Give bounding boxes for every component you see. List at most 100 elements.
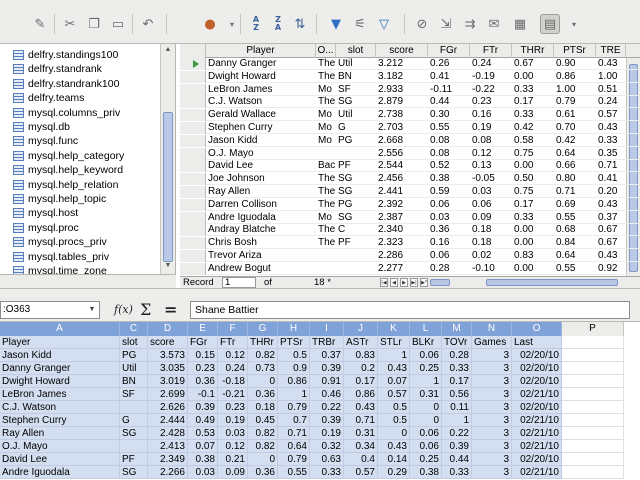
table-row[interactable]: Ray Allen The SG 2.441 0.59 0.03 0.75 0.71 0.20	[180, 186, 640, 198]
sheet-column-header-cell[interactable]	[562, 336, 624, 349]
sheet-cell[interactable]: SG	[120, 466, 148, 479]
grid-cell[interactable]: 0.71	[596, 160, 626, 172]
grid-cell[interactable]: SG	[336, 173, 376, 185]
sheet-cell[interactable]: SF	[120, 388, 148, 401]
sheet-cell[interactable]: 2.413	[148, 440, 188, 453]
grid-cell[interactable]: 0.00	[512, 224, 554, 236]
grid-cell[interactable]: The	[316, 199, 336, 211]
sheet-cell[interactable]: SG	[120, 427, 148, 440]
remove-filter-icon[interactable]: ⊘	[412, 14, 432, 34]
grid-cell[interactable]: 0.79	[554, 96, 596, 108]
first-record-icon[interactable]: |◀	[380, 278, 388, 287]
scroll-up-icon[interactable]: ▲	[163, 44, 173, 56]
sheet-cell[interactable]: 0.43	[344, 401, 378, 414]
sheet-cell[interactable]: 0.43	[378, 440, 410, 453]
grid-cell[interactable]: 0.86	[554, 71, 596, 83]
grid-cell[interactable]: Stephen Curry	[206, 122, 316, 134]
grid-cell[interactable]: 0.24	[470, 58, 512, 70]
sheet-cell[interactable]	[562, 388, 624, 401]
sheet-cell[interactable]: G	[120, 414, 148, 427]
table-row[interactable]: Andrew Bogut 2.277 0.28 -0.10 0.00 0.55 0.92	[180, 262, 640, 275]
column-letter-header[interactable]: N	[472, 322, 512, 336]
grid-cell[interactable]: 0.26	[428, 58, 470, 70]
grid-cell[interactable]: Mo	[316, 135, 336, 147]
mail-merge-icon[interactable]: ✉	[484, 14, 504, 34]
sheet-cell[interactable]: 3	[472, 401, 512, 414]
grid-cell[interactable]: -0.22	[470, 84, 512, 96]
row-selector[interactable]	[180, 173, 206, 186]
name-box[interactable]: :O363 ▼	[0, 301, 100, 319]
grid-cell[interactable]: 0.19	[470, 122, 512, 134]
grid-cell[interactable]: 0.35	[596, 148, 626, 160]
sheet-cell[interactable]: 0.73	[248, 362, 278, 375]
grid-cell[interactable]: 0.55	[554, 212, 596, 224]
grid-cell[interactable]: 0.51	[596, 84, 626, 96]
grid-cell[interactable]: 0.75	[512, 148, 554, 160]
sheet-cell[interactable]: 0.49	[188, 414, 218, 427]
sheet-cell[interactable]: 0.56	[442, 388, 472, 401]
grid-cell[interactable]	[316, 148, 336, 160]
sheet-column-header-cell[interactable]: THRr	[248, 336, 278, 349]
grid-cell[interactable]: 0.16	[470, 109, 512, 121]
grid-column-header[interactable]: slot	[336, 44, 376, 58]
sheet-cell[interactable]: BN	[120, 375, 148, 388]
sheet-cell[interactable]: Jason Kidd	[0, 349, 120, 362]
grid-cell[interactable]: 2.323	[376, 237, 428, 249]
table-row[interactable]: Chris Bosh The PF 2.323 0.16 0.18 0.00 0.84 0.67	[180, 237, 640, 250]
sort-ascending-icon[interactable]: AZ	[246, 14, 266, 34]
sheet-cell[interactable]: 2.444	[148, 414, 188, 427]
table-row[interactable]: LeBron James Mo SF 2.933 -0.11 -0.22 0.33 1.00 0…	[180, 83, 640, 96]
column-letter-header[interactable]: O	[512, 322, 562, 336]
sheet-cell[interactable]: Util	[120, 362, 148, 375]
autofilter-icon[interactable]: ▼	[326, 14, 346, 34]
grid-column-header[interactable]: score	[376, 44, 428, 58]
grid-cell[interactable]: 0.33	[596, 135, 626, 147]
grid-cell[interactable]: 0.36	[428, 224, 470, 236]
column-letter-header[interactable]: M	[442, 322, 472, 336]
row-selector[interactable]	[180, 160, 206, 173]
navigator-table-item[interactable]: delfry.standrank	[13, 62, 102, 76]
grid-cell[interactable]: 0.00	[512, 263, 554, 275]
previous-record-icon[interactable]: ◀	[390, 278, 398, 287]
grid-cell[interactable]: 1.00	[554, 84, 596, 96]
sheet-cell[interactable]: 3	[472, 362, 512, 375]
sheet-cell[interactable]: 0.15	[188, 349, 218, 362]
column-letter-header[interactable]: A	[0, 322, 120, 336]
table-row[interactable]: Jason Kidd Mo PG 2.668 0.08 0.08 0.58 0.42 0.33	[180, 134, 640, 147]
grid-cell[interactable]: 0.69	[554, 199, 596, 211]
grid-cell[interactable]: 1.00	[596, 71, 626, 83]
sheet-cell[interactable]: 0.33	[442, 466, 472, 479]
sheet-column-header-cell[interactable]: TOVr	[442, 336, 472, 349]
table-row[interactable]: Gerald Wallace Mo Util 2.738 0.30 0.16 0.33 0.6…	[180, 109, 640, 122]
sheet-cell[interactable]: 0.4	[344, 453, 378, 466]
grid-cell[interactable]: 0.59	[428, 186, 470, 198]
navigator-table-item[interactable]: mysql.tables_priv	[13, 250, 109, 264]
data-source-icon[interactable]: ●	[200, 14, 220, 34]
grid-cell[interactable]: The	[316, 71, 336, 83]
sheet-cell[interactable]: 0.38	[188, 453, 218, 466]
grid-cell[interactable]: 2.392	[376, 199, 428, 211]
sheet-cell[interactable]	[562, 440, 624, 453]
sheet-cell[interactable]: 0.82	[248, 440, 278, 453]
grid-cell[interactable]: 0.16	[428, 237, 470, 249]
sheet-cell[interactable]: 0.24	[218, 362, 248, 375]
toolbar-overflow-icon[interactable]: ▾	[564, 14, 584, 34]
grid-cell[interactable]: 0.20	[596, 186, 626, 198]
sheet-cell[interactable]: 02/21/10	[512, 466, 562, 479]
grid-column-header[interactable]: PTSr	[554, 44, 596, 58]
grid-cell[interactable]: 0.37	[596, 212, 626, 224]
grid-cell[interactable]: The	[316, 173, 336, 185]
sheet-cell[interactable]: 3	[472, 375, 512, 388]
grid-cell[interactable]: Bac	[316, 160, 336, 172]
sheet-cell[interactable]: 0.79	[278, 453, 310, 466]
grid-cell[interactable]: Dwight Howard	[206, 71, 316, 83]
sheet-cell[interactable]: 0.5	[278, 349, 310, 362]
grid-cell[interactable]: PG	[336, 135, 376, 147]
grid-cell[interactable]: 0.06	[470, 199, 512, 211]
sheet-cell[interactable]: 0.71	[278, 427, 310, 440]
sheet-cell[interactable]: 0.06	[410, 349, 442, 362]
sheet-cell[interactable]	[562, 349, 624, 362]
grid-cell[interactable]: 0.67	[596, 237, 626, 249]
grid-cell[interactable]: -0.10	[470, 263, 512, 275]
grid-cell[interactable]: 0.38	[428, 173, 470, 185]
